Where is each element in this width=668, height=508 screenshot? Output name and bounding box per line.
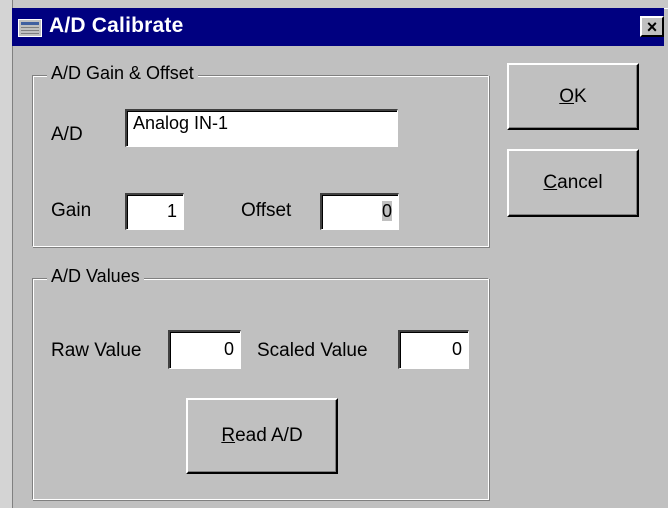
read-ad-button[interactable]: Read A/D (186, 398, 338, 474)
title-bar[interactable]: A/D Calibrate × (12, 8, 664, 46)
window-title: A/D Calibrate (49, 14, 184, 37)
ok-mnemonic: O (559, 85, 575, 107)
ad-name-field[interactable]: Analog IN-1 (125, 109, 398, 147)
gain-label: Gain (51, 200, 92, 221)
scaled-value-field[interactable]: 0 (398, 330, 469, 369)
ok-button[interactable]: OK (507, 63, 639, 130)
read-ad-label: ead A/D (235, 425, 303, 446)
ok-label: K (574, 85, 587, 107)
close-icon: × (646, 16, 658, 37)
gain-field[interactable]: 1 (125, 193, 184, 230)
values-group-title: A/D Values (47, 266, 144, 287)
cancel-mnemonic: C (543, 172, 558, 193)
ad-label: A/D (51, 124, 83, 145)
raw-value-label: Raw Value (51, 340, 142, 361)
offset-label: Offset (241, 200, 292, 221)
scaled-value-label: Scaled Value (257, 340, 368, 361)
window-app-icon[interactable] (18, 19, 42, 37)
close-button[interactable]: × (640, 16, 664, 37)
gain-offset-group-title: A/D Gain & Offset (47, 63, 198, 84)
read-ad-mnemonic: R (221, 425, 236, 446)
offset-field[interactable]: 0 (320, 193, 399, 230)
raw-value-field[interactable]: 0 (168, 330, 241, 369)
cancel-label: ancel (557, 172, 603, 193)
offset-value: 0 (381, 201, 392, 221)
cancel-button[interactable]: Cancel (507, 149, 639, 217)
left-edge (0, 0, 13, 508)
